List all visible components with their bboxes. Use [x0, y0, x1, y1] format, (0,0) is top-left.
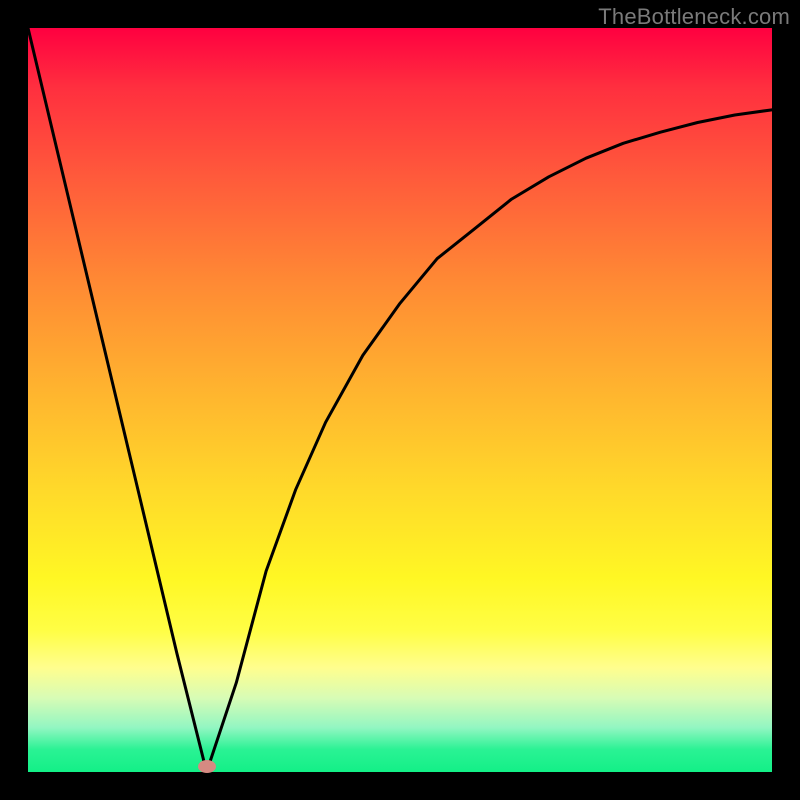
bottleneck-curve — [28, 28, 772, 772]
plot-area — [28, 28, 772, 772]
chart-frame: TheBottleneck.com — [0, 0, 800, 800]
watermark-text: TheBottleneck.com — [598, 4, 790, 30]
minimum-point-marker — [198, 760, 216, 773]
